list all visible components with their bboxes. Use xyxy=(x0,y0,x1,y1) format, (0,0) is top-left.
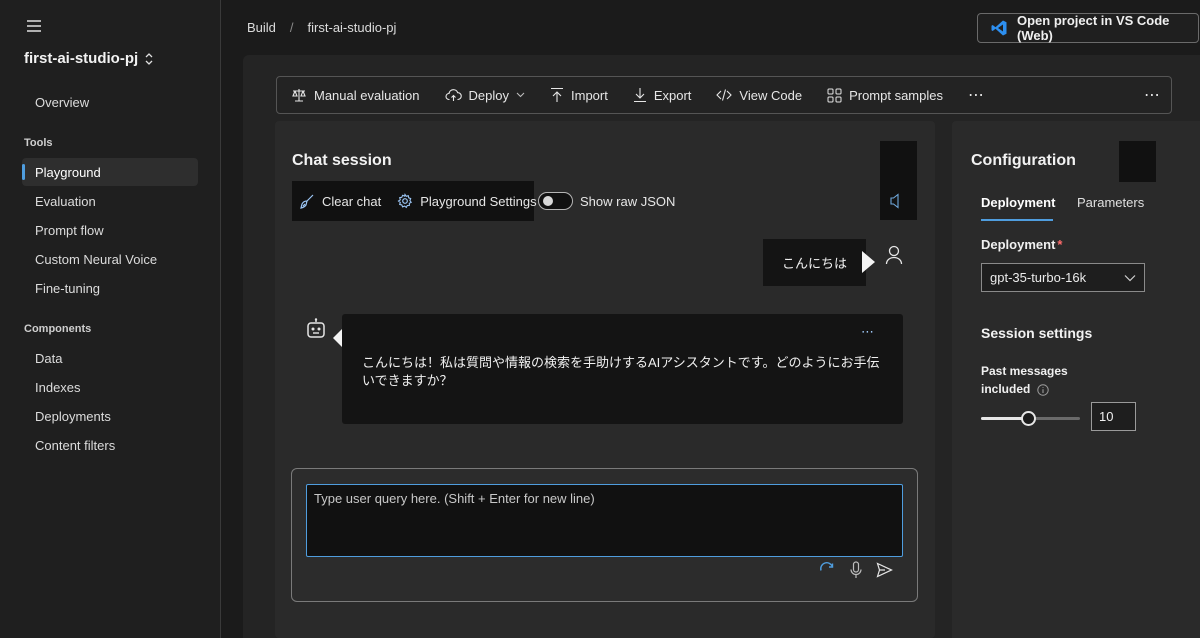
code-icon xyxy=(716,88,733,102)
nav-label: Indexes xyxy=(35,379,81,395)
nav-label: Deployments xyxy=(35,408,111,424)
nav-label: Fine-tuning xyxy=(35,280,101,296)
vscode-icon xyxy=(990,19,1008,37)
nav-label: Content filters xyxy=(35,437,116,453)
input-actions xyxy=(818,561,893,579)
nav-label: Data xyxy=(35,350,63,366)
info-icon[interactable] xyxy=(1036,384,1049,396)
overflow-menu-icon[interactable]: ⋯ xyxy=(1144,85,1161,105)
user-message-bubble: こんにちは xyxy=(763,239,866,286)
required-marker: * xyxy=(1057,237,1063,252)
import-label: Import xyxy=(571,87,608,103)
session-settings-title: Session settings xyxy=(981,325,1093,341)
nav-fine-tuning[interactable]: Fine-tuning xyxy=(22,274,198,302)
view-code-button[interactable]: View Code xyxy=(716,88,802,103)
past-messages-number-input[interactable] xyxy=(1091,402,1136,431)
raw-json-toggle-group: Show raw JSON xyxy=(538,192,675,210)
configuration-header-block xyxy=(1119,141,1156,182)
nav-deployments[interactable]: Deployments xyxy=(22,402,198,430)
components-section-label: Components xyxy=(24,323,92,335)
show-raw-json-label: Show raw JSON xyxy=(580,193,676,209)
nav-evaluation[interactable]: Evaluation xyxy=(22,187,198,215)
past-messages-label-line1: Past messages xyxy=(981,364,1068,378)
prompt-samples-label: Prompt samples xyxy=(849,87,943,103)
project-name: first-ai-studio-pj xyxy=(24,50,139,67)
tab-parameters[interactable]: Parameters xyxy=(1077,195,1144,210)
clear-chat-button[interactable]: Clear chat xyxy=(299,193,381,209)
clear-chat-label: Clear chat xyxy=(322,193,382,209)
chevron-down-icon xyxy=(516,92,525,98)
playground-settings-button[interactable]: Playground Settings xyxy=(397,193,537,209)
nav-indexes[interactable]: Indexes xyxy=(22,373,198,401)
playground-toolbar: Manual evaluation Deploy Import Export V… xyxy=(276,76,1172,114)
prompt-samples-button[interactable]: Prompt samples xyxy=(827,88,943,103)
message-more-options-icon[interactable]: ⋯ xyxy=(861,324,875,340)
project-selector[interactable]: first-ai-studio-pj xyxy=(24,50,154,67)
past-messages-label-line2: included xyxy=(981,382,1031,396)
nav-data[interactable]: Data xyxy=(22,344,198,372)
scales-icon xyxy=(291,87,307,103)
deployment-label-text: Deployment xyxy=(981,237,1056,252)
nav-playground[interactable]: Playground xyxy=(22,158,198,186)
nav-label: Evaluation xyxy=(35,193,96,209)
import-button[interactable]: Import xyxy=(550,87,608,103)
configuration-title: Configuration xyxy=(971,152,1076,169)
active-tab-indicator xyxy=(981,219,1053,221)
nav-label: Custom Neural Voice xyxy=(35,251,158,267)
hamburger-menu-icon[interactable] xyxy=(26,19,42,33)
past-messages-label: Past messages included xyxy=(981,362,1068,398)
open-vscode-button[interactable]: Open project in VS Code (Web) xyxy=(977,13,1199,43)
user-avatar-icon xyxy=(885,245,903,265)
left-sidebar: first-ai-studio-pj Overview Tools Playgr… xyxy=(0,0,221,638)
assistant-bot-icon xyxy=(306,318,326,340)
past-messages-slider[interactable] xyxy=(981,410,1080,428)
deploy-button[interactable]: Deploy xyxy=(445,87,525,103)
manual-evaluation-button[interactable]: Manual evaluation xyxy=(291,87,420,103)
nav-content-filters[interactable]: Content filters xyxy=(22,431,198,459)
tools-section-label: Tools xyxy=(24,137,53,149)
nav-overview[interactable]: Overview xyxy=(35,95,89,110)
export-icon xyxy=(633,87,647,103)
user-bubble-pointer xyxy=(862,251,875,273)
assistant-message-text: こんにちは！私は質問や情報の検索を手助けするAIアシスタントです。どのようにお手… xyxy=(362,355,880,388)
show-raw-json-toggle[interactable] xyxy=(538,192,573,210)
user-message-text: こんにちは xyxy=(781,256,847,271)
view-code-label: View Code xyxy=(739,87,803,103)
breadcrumb-build[interactable]: Build xyxy=(247,20,276,35)
breadcrumb-separator: / xyxy=(289,20,294,35)
more-options-icon[interactable]: ⋯ xyxy=(968,85,985,105)
user-query-input[interactable] xyxy=(306,484,903,557)
nav-custom-neural-voice[interactable]: Custom Neural Voice xyxy=(22,245,198,273)
chevron-down-icon xyxy=(1124,274,1136,282)
export-label: Export xyxy=(653,87,692,103)
import-icon xyxy=(550,87,564,103)
broom-icon xyxy=(299,193,315,209)
grid-icon xyxy=(827,88,842,103)
nav-prompt-flow[interactable]: Prompt flow xyxy=(22,216,198,244)
chat-session-title: Chat session xyxy=(292,152,392,169)
export-button[interactable]: Export xyxy=(633,87,692,103)
slider-thumb[interactable] xyxy=(1020,411,1036,426)
manual-evaluation-label: Manual evaluation xyxy=(314,87,420,103)
tab-deployment[interactable]: Deployment xyxy=(981,195,1055,210)
deploy-label: Deploy xyxy=(468,87,509,103)
refresh-icon[interactable] xyxy=(818,561,836,579)
chat-actions-bar: Clear chat Playground Settings xyxy=(292,181,537,221)
gear-icon xyxy=(397,193,413,209)
cloud-upload-icon xyxy=(445,87,462,103)
playground-settings-label: Playground Settings xyxy=(420,193,537,209)
chevron-up-down-icon xyxy=(144,52,154,66)
breadcrumb: Build / first-ai-studio-pj xyxy=(247,20,396,35)
microphone-icon[interactable] xyxy=(849,561,863,579)
send-icon[interactable] xyxy=(876,562,893,578)
nav-label: Playground xyxy=(35,164,101,180)
vscode-button-label: Open project in VS Code (Web) xyxy=(1017,13,1170,43)
nav-label: Prompt flow xyxy=(35,222,104,238)
assistant-message-bubble: ⋯ こんにちは！私は質問や情報の検索を手助けするAIアシスタントです。どのように… xyxy=(342,314,903,424)
breadcrumb-project[interactable]: first-ai-studio-pj xyxy=(308,20,397,35)
deployment-select[interactable]: gpt-35-turbo-16k xyxy=(981,263,1145,292)
deployment-field-label: Deployment * xyxy=(981,237,1062,252)
deployment-select-value: gpt-35-turbo-16k xyxy=(990,270,1087,285)
speaker-icon[interactable] xyxy=(888,193,902,209)
